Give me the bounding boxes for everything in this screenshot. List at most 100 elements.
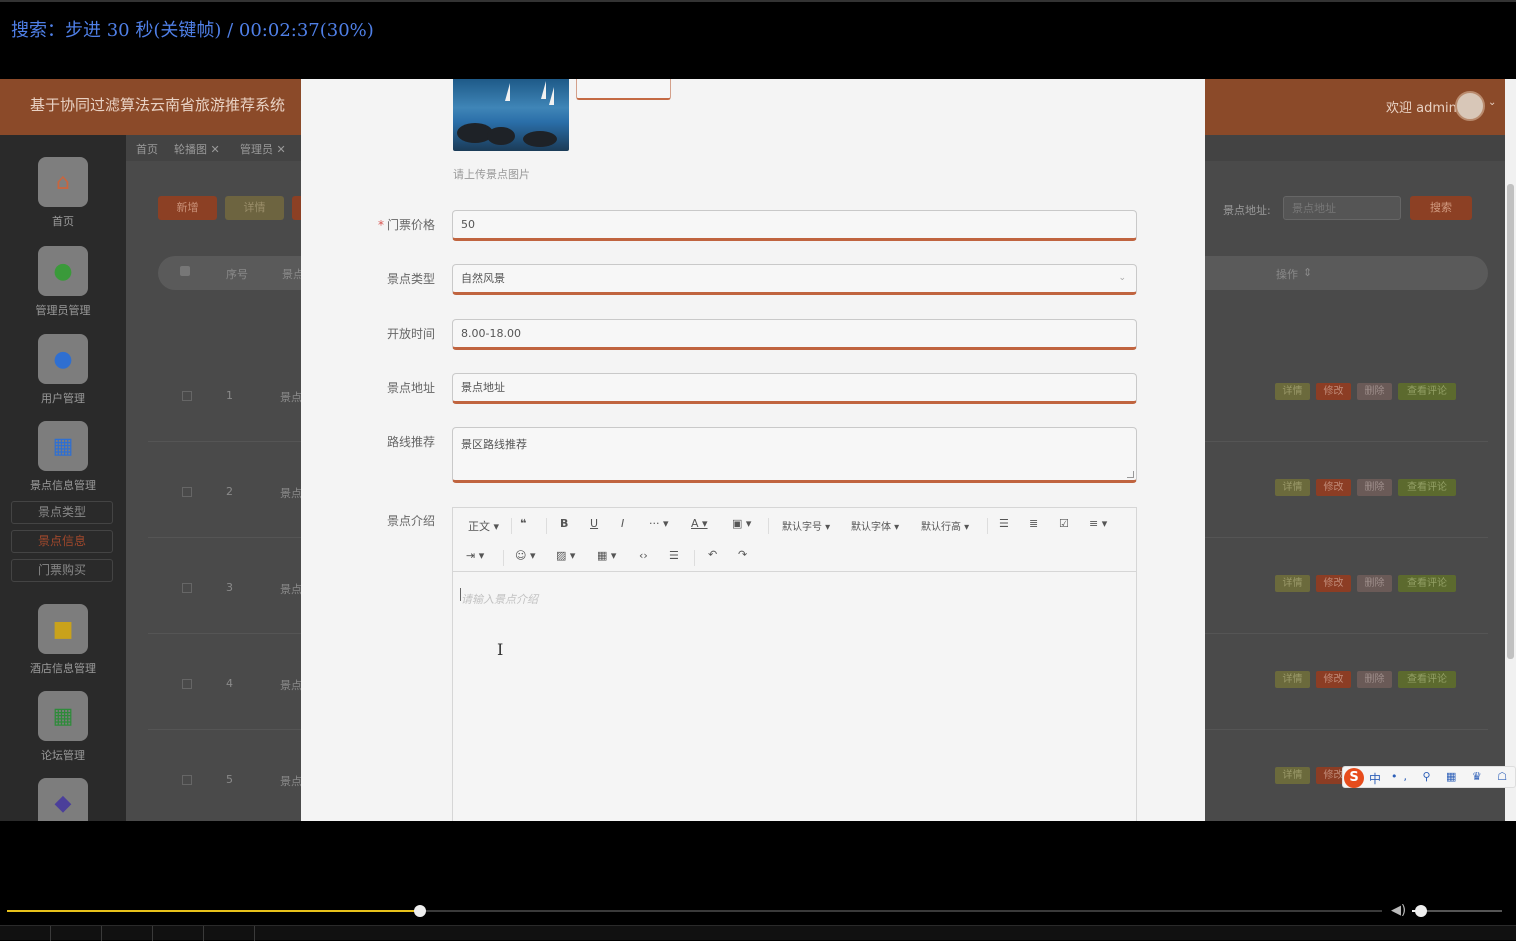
page-scrollbar[interactable] [1505,79,1516,821]
bold-icon[interactable]: B [560,517,568,530]
close-icon[interactable]: ✕ [277,143,286,156]
row-comments-button[interactable]: 查看评论 [1398,671,1456,688]
type-selected-value: 自然风景 [461,272,505,285]
row-delete-button[interactable]: 删除 [1357,671,1392,688]
divider-icon[interactable]: ☰ [669,549,679,562]
route-textarea[interactable]: 景区路线推荐 [452,427,1137,483]
background-color-icon[interactable]: ▣ ▾ [732,517,751,530]
font-size-dropdown[interactable]: 默认字号 ▾ [782,518,830,533]
row-detail-button[interactable]: 详情 [1275,767,1310,784]
sailboat-shape [549,87,554,105]
row-detail-button[interactable]: 详情 [1275,479,1310,496]
add-button[interactable]: 新增 [158,196,217,220]
sidebar-item-forum[interactable]: ▦ 论坛管理 [0,691,126,763]
volume-handle[interactable] [1415,905,1427,917]
address-field[interactable]: 景点地址 [452,373,1137,404]
close-icon[interactable]: ✕ [211,143,220,156]
image-upload-hint: 请上传景点图片 [453,168,530,181]
row-comments-button[interactable]: 查看评论 [1398,383,1456,400]
underline-icon[interactable]: U [590,517,598,530]
row-index: 1 [226,389,233,402]
search-button[interactable]: 搜索 [1410,196,1472,220]
image-icon[interactable]: ▨ ▾ [556,549,575,562]
tab-carousel[interactable]: 轮播图 ✕ [174,141,220,157]
font-family-dropdown[interactable]: 默认字体 ▾ [851,518,899,533]
select-all-checkbox[interactable] [180,266,190,276]
line-height-dropdown[interactable]: 默认行高 ▾ [921,518,969,533]
row-checkbox[interactable] [182,583,192,593]
app-title: 基于协同过滤算法云南省旅游推荐系统 [30,96,286,114]
price-field[interactable]: 50 [452,210,1137,241]
row-detail-button[interactable]: 详情 [1275,671,1310,688]
more-format-icon[interactable]: ··· ▾ [649,517,669,530]
redo-icon[interactable]: ↷ [738,548,747,561]
emoji-icon[interactable]: ☺ ▾ [515,549,536,562]
ime-toolbar[interactable]: S 中 •, ⚲ ▦ ♛ ☖ ▦ [1342,766,1516,788]
row-delete-button[interactable]: 删除 [1357,479,1392,496]
sidebar-item-more[interactable]: ◆ [0,778,126,821]
sidebar-sub-attraction-type[interactable]: 景点类型 [11,501,113,524]
sort-icon[interactable]: ⇕ [1303,266,1312,279]
sidebar-item-hotels[interactable]: ■ 酒店信息管理 [0,604,126,676]
required-marker: * [377,218,384,232]
scrollbar-thumb[interactable] [1507,184,1514,659]
type-select[interactable]: 自然风景 ⌄ [452,264,1137,295]
ime-tool-icons[interactable]: •, ⚲ ▦ ♛ ☖ ▦ [1391,770,1516,783]
sidebar-item-home[interactable]: ⌂ 首页 [0,157,126,229]
upload-button[interactable] [576,79,671,100]
row-checkbox[interactable] [182,391,192,401]
row-edit-button[interactable]: 修改 [1316,479,1351,496]
search-label: 景点地址: [1223,204,1271,217]
volume-icon[interactable]: ◀) [1391,903,1406,918]
row-comments-button[interactable]: 查看评论 [1398,575,1456,592]
header-ops: 操作 [1276,268,1298,281]
tab-home[interactable]: 首页 [136,141,158,157]
sidebar-sub-attraction-info[interactable]: 景点信息 [11,530,113,553]
sidebar-item-attractions[interactable]: ▦ 景点信息管理 [0,421,126,493]
seek-handle[interactable] [413,905,426,917]
row-checkbox[interactable] [182,679,192,689]
row-delete-button[interactable]: 删除 [1357,383,1392,400]
row-edit-button[interactable]: 修改 [1316,383,1351,400]
italic-icon[interactable]: I [621,517,624,530]
volume-slider[interactable] [1412,905,1502,917]
quote-icon[interactable]: ❝ [520,517,526,530]
row-edit-button[interactable]: 修改 [1316,575,1351,592]
chevron-down-icon[interactable]: ⌄ [1488,97,1496,108]
row-detail-button[interactable]: 详情 [1275,575,1310,592]
hours-field[interactable]: 8.00-18.00 [452,319,1137,350]
seek-bar[interactable] [7,905,1382,917]
indent-icon[interactable]: ⇥ ▾ [466,549,484,562]
font-color-icon[interactable]: A ▾ [691,517,708,530]
numbered-list-icon[interactable]: ≣ [1029,517,1038,530]
bulleted-list-icon[interactable]: ☰ [999,517,1009,530]
table-icon[interactable]: ▦ ▾ [597,549,616,562]
sidebar-item-admin[interactable]: ● 管理员管理 [0,246,126,318]
align-icon[interactable]: ≡ ▾ [1089,517,1107,530]
code-icon[interactable]: ‹› [639,549,648,562]
sidebar-item-users[interactable]: ● 用户管理 [0,334,126,406]
intro-placeholder[interactable]: 请输入景点介绍 [461,591,538,607]
row-delete-button[interactable]: 删除 [1357,575,1392,592]
spy-icon: ◆ [38,778,88,821]
search-input[interactable]: 景点地址 [1283,196,1401,220]
ime-mode[interactable]: 中 [1369,770,1381,787]
rich-text-editor: 正文 ▾ ❝ B U I ··· ▾ A ▾ ▣ ▾ 默认字号 ▾ 默认字体 ▾… [452,507,1137,821]
toolbar-separator [987,518,988,534]
sidebar-sub-ticket-purchase[interactable]: 门票购买 [11,559,113,582]
detail-button[interactable]: 详情 [225,196,284,220]
resize-handle[interactable] [1127,471,1134,478]
row-name: 景点 [280,487,302,500]
todo-checkbox-icon[interactable]: ☑ [1059,517,1069,530]
row-detail-button[interactable]: 详情 [1275,383,1310,400]
row-comments-button[interactable]: 查看评论 [1398,479,1456,496]
attraction-image-preview[interactable] [453,79,569,151]
paragraph-dropdown[interactable]: 正文 ▾ [468,518,499,534]
row-edit-button[interactable]: 修改 [1316,671,1351,688]
undo-icon[interactable]: ↶ [708,548,717,561]
row-checkbox[interactable] [182,775,192,785]
tab-admin[interactable]: 管理员 ✕ [240,141,286,157]
player-top-bar: 搜索：步进 30 秒(关键帧) / 00:02:37(30%) [0,0,1516,79]
user-avatar-icon[interactable] [1455,91,1485,121]
row-checkbox[interactable] [182,487,192,497]
